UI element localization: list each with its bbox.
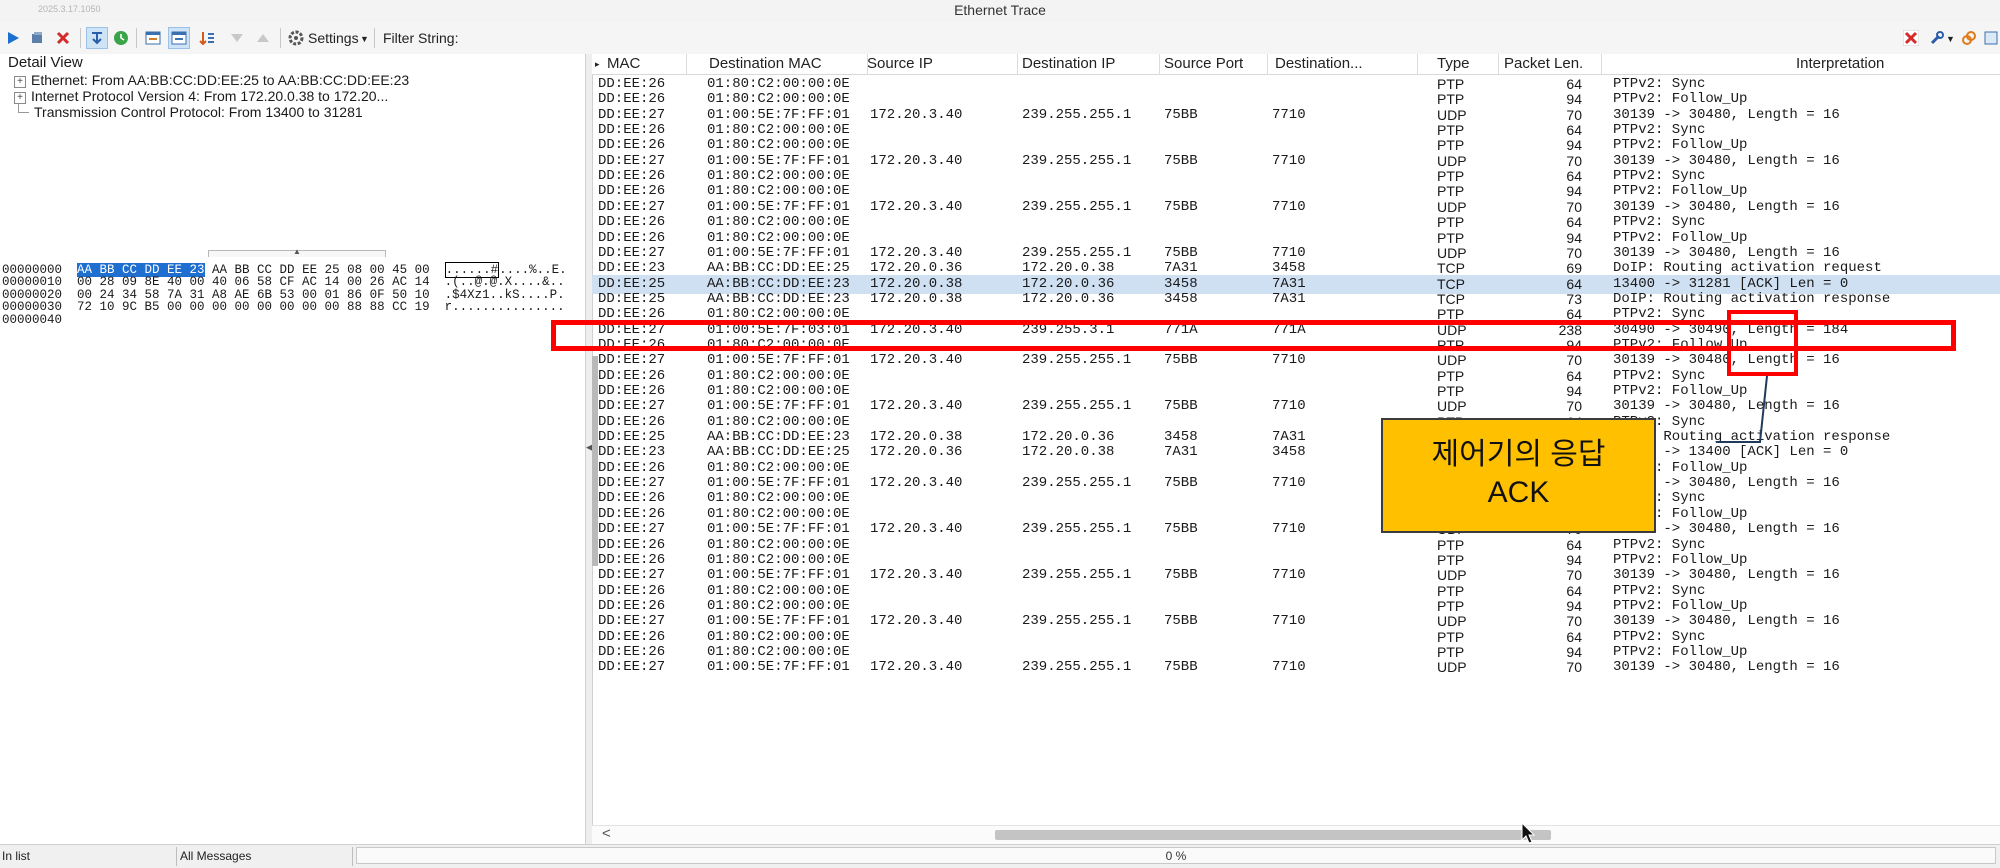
column-header-type[interactable]: Type	[1437, 55, 1470, 72]
cell-type: UDP	[1437, 659, 1467, 676]
column-header-packet-len[interactable]: Packet Len.	[1504, 55, 1583, 72]
column-header-destination[interactable]: Destination...	[1275, 55, 1363, 72]
cell-dst-ip: 239.255.255.1	[1022, 659, 1132, 676]
vertical-scrollbar[interactable]	[592, 356, 598, 566]
progress-percent: 0 %	[1165, 849, 1187, 863]
cell-interpretation: 30139 -> 30480, Length = 16	[1613, 659, 1840, 676]
column-header-row: MAC Destination MAC Source IP Destination I…	[592, 54, 2000, 75]
hex-line: 00000030 72 10 9C B5 00 00 00 00 00 00 0…	[2, 300, 565, 315]
callout-connector-line	[1716, 375, 1768, 443]
stop-icon[interactable]	[52, 27, 74, 49]
column-header-source-ip[interactable]: Source IP	[867, 55, 933, 72]
link-icon[interactable]	[1958, 27, 1980, 49]
settings-button[interactable]: Settings	[308, 30, 359, 46]
cell-length: 70	[1566, 659, 1582, 676]
callout-line-1: 제어기의 응답	[1431, 438, 1606, 471]
tree-item-ipv4[interactable]: + Internet Protocol Version 4: From 172.2…	[14, 88, 388, 104]
cell-dst-port: 7710	[1272, 659, 1306, 676]
collapse-arrow-icon[interactable]: ▲	[293, 247, 301, 256]
status-bar: In list All Messages 0 %	[0, 844, 2000, 868]
annotation-callout: 제어기의 응답 ACK	[1381, 418, 1656, 533]
table-row[interactable]: DD:EE:27 01:00:5E:7F:FF:01 172.20.3.40 239.…	[592, 658, 2000, 678]
settings-dropdown-icon[interactable]: ▼	[360, 34, 369, 44]
column-header-source-port[interactable]: Source Port	[1164, 55, 1243, 72]
column-header-interpretation[interactable]: Interpretation	[1796, 55, 1884, 72]
column-header-destination-mac[interactable]: Destination MAC	[709, 55, 822, 72]
scroll-up-icon[interactable]	[252, 27, 274, 49]
cell-src-port: 75BB	[1164, 659, 1198, 676]
detail-view-header: Detail View	[8, 54, 83, 71]
expand-icon[interactable]: +	[14, 76, 26, 88]
callout-line-2: ACK	[1487, 476, 1550, 509]
column-scroll-arrow-icon: ▸	[595, 59, 600, 69]
toolbar: Settings ▼ Filter String: ▼	[0, 22, 2000, 55]
autoscroll-icon[interactable]	[86, 27, 108, 49]
column-header-mac[interactable]: MAC	[607, 55, 640, 72]
mouse-cursor-icon	[1521, 822, 1536, 844]
tree-line-icon	[18, 104, 29, 113]
tools-icon[interactable]	[1926, 27, 1948, 49]
expand-icon[interactable]: +	[14, 92, 26, 104]
view-window-icon[interactable]	[142, 27, 164, 49]
play-icon[interactable]	[2, 27, 24, 49]
hex-line: 00000040	[2, 312, 78, 327]
export-icon[interactable]	[1980, 27, 2000, 49]
clear-filter-icon[interactable]	[1900, 27, 1922, 49]
tree-item-tcp[interactable]: Transmission Control Protocol: From 1340…	[14, 104, 363, 120]
detail-view-pane: Detail View + Ethernet: From AA:BB:CC:DD:…	[0, 54, 585, 844]
time-icon[interactable]	[110, 27, 132, 49]
pane-splitter[interactable]: ▲	[208, 247, 386, 257]
cell-src-ip: 172.20.3.40	[870, 659, 963, 676]
column-header-destination-ip[interactable]: Destination IP	[1022, 55, 1115, 72]
sort-icon[interactable]	[196, 27, 218, 49]
pause-icon[interactable]	[26, 27, 48, 49]
detail-view-icon[interactable]	[168, 27, 190, 49]
horizontal-scroll-thumb[interactable]	[995, 830, 1551, 840]
status-messages: All Messages	[180, 849, 252, 863]
cell-src-mac: DD:EE:27	[598, 659, 666, 676]
horizontal-scrollbar[interactable]: <	[592, 825, 2000, 844]
progress-bar: 0 %	[356, 847, 1996, 864]
filter-string-label: Filter String:	[383, 30, 459, 46]
highlight-ack-box	[1727, 310, 1798, 376]
window-title: Ethernet Trace	[954, 2, 1046, 18]
cell-dst-mac: 01:00:5E:7F:FF:01	[707, 659, 850, 676]
status-in-list: In list	[2, 849, 31, 863]
scroll-left-arrow-icon[interactable]: <	[602, 825, 611, 842]
settings-gear-icon[interactable]	[285, 27, 307, 49]
tools-dropdown-icon[interactable]: ▼	[1946, 34, 1955, 44]
title-bar: 2025.3.17.1050 Ethernet Trace	[0, 0, 2000, 23]
tree-item-ethernet[interactable]: + Ethernet: From AA:BB:CC:DD:EE:25 to AA:…	[14, 72, 409, 88]
scroll-down-icon[interactable]	[226, 27, 248, 49]
